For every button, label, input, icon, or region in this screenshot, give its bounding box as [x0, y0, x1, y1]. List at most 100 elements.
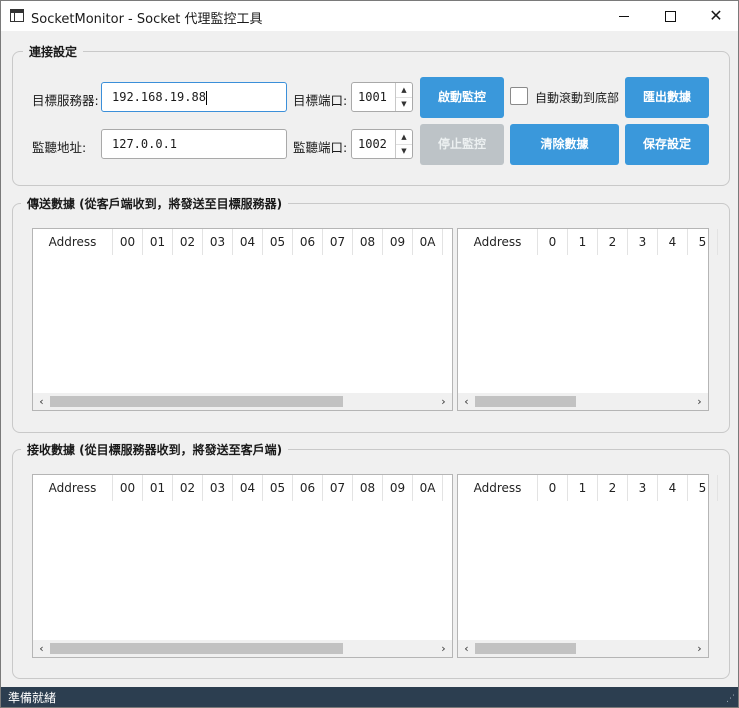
scrollbar-thumb[interactable] — [50, 396, 343, 407]
minimize-icon — [619, 16, 629, 17]
spin-up-icon[interactable]: ▲ — [396, 130, 412, 145]
column-header[interactable]: 1 — [568, 229, 598, 255]
stop-monitor-button[interactable]: 停止監控 — [420, 124, 504, 165]
column-header[interactable]: 1 — [568, 475, 598, 501]
listen-address-value: 127.0.0.1 — [112, 137, 178, 151]
target-server-value: 192.168.19.88 — [112, 90, 206, 104]
export-data-button[interactable]: 匯出數據 — [625, 77, 709, 118]
column-header[interactable]: 01 — [143, 229, 173, 255]
column-header[interactable]: 3 — [628, 475, 658, 501]
maximize-icon — [664, 11, 676, 22]
column-header[interactable]: 0A — [413, 475, 443, 501]
minimize-button[interactable] — [601, 1, 647, 31]
scroll-right-icon[interactable]: › — [435, 393, 452, 410]
scroll-left-icon[interactable]: ‹ — [458, 393, 475, 410]
start-monitor-button[interactable]: 啟動監控 — [420, 77, 504, 118]
listen-address-input[interactable]: 127.0.0.1 — [101, 129, 287, 159]
column-header-address[interactable]: Address — [33, 475, 113, 501]
column-header[interactable]: 06 — [293, 475, 323, 501]
scroll-left-icon[interactable]: ‹ — [33, 640, 50, 657]
scroll-right-icon[interactable]: › — [691, 640, 708, 657]
maximize-button[interactable] — [647, 1, 693, 31]
column-header[interactable]: 04 — [233, 475, 263, 501]
column-header[interactable]: 02 — [173, 475, 203, 501]
column-header[interactable]: 03 — [203, 475, 233, 501]
column-header[interactable]: 07 — [323, 229, 353, 255]
column-header-address[interactable]: Address — [33, 229, 113, 255]
close-icon: ✕ — [709, 6, 723, 25]
column-header[interactable]: 09 — [383, 229, 413, 255]
target-port-value: 1001 — [358, 90, 387, 104]
app-icon — [10, 9, 24, 22]
save-settings-button[interactable]: 保存設定 — [625, 124, 709, 165]
column-header-address[interactable]: Address — [458, 475, 538, 501]
column-header[interactable]: 3 — [628, 229, 658, 255]
main-window: SocketMonitor - Socket 代理監控工具 ✕ 連接設定 目標服… — [0, 0, 739, 708]
target-port-spin-arrows: ▲ ▼ — [395, 83, 412, 111]
connection-settings-group: 連接設定 — [12, 43, 730, 186]
column-header[interactable]: 2 — [598, 475, 628, 501]
target-port-spinbox[interactable]: 1001 ▲ ▼ — [351, 82, 413, 112]
column-header[interactable]: 05 — [263, 229, 293, 255]
column-header[interactable]: 0 — [538, 229, 568, 255]
resize-grip-icon[interactable]: ⋰ — [726, 695, 735, 704]
column-header[interactable]: 00 — [113, 229, 143, 255]
column-header[interactable]: 07 — [323, 475, 353, 501]
listen-port-value: 1002 — [358, 137, 387, 151]
sent-hex-table[interactable]: Address 00 01 02 03 04 05 06 07 08 09 0A ‹ › — [32, 228, 453, 411]
scrollbar-thumb[interactable] — [50, 643, 343, 654]
sent-data-legend: 傳送數據 (從客戶端收到，將發送至目標服務器) — [21, 195, 289, 212]
close-button[interactable]: ✕ — [693, 1, 739, 31]
scroll-left-icon[interactable]: ‹ — [458, 640, 475, 657]
target-port-label: 目標端口: — [293, 93, 348, 108]
scroll-right-icon[interactable]: › — [691, 393, 708, 410]
column-header[interactable]: 08 — [353, 475, 383, 501]
received-ascii-table[interactable]: Address 0 1 2 3 4 5 ‹ › — [457, 474, 718, 658]
received-ascii-hscrollbar[interactable]: ‹ › — [458, 640, 708, 657]
column-header[interactable]: 5 — [688, 229, 718, 255]
status-text: 準備就緒 — [8, 691, 57, 705]
listen-port-spinbox[interactable]: 1002 ▲ ▼ — [351, 129, 413, 159]
spin-down-icon[interactable]: ▼ — [396, 97, 412, 111]
auto-scroll-label[interactable]: 自動滾動到底部 — [535, 89, 619, 106]
scrollbar-thumb[interactable] — [475, 396, 576, 407]
text-caret — [205, 90, 207, 105]
column-header-address[interactable]: Address — [458, 229, 538, 255]
target-server-input[interactable]: 192.168.19.88 — [101, 82, 287, 112]
scrollbar-thumb[interactable] — [475, 643, 576, 654]
received-hex-table[interactable]: Address 00 01 02 03 04 05 06 07 08 09 0A ‹ › — [32, 474, 453, 658]
scroll-right-icon[interactable]: › — [435, 640, 452, 657]
column-header[interactable]: 00 — [113, 475, 143, 501]
column-header[interactable]: 09 — [383, 475, 413, 501]
title-bar[interactable]: SocketMonitor - Socket 代理監控工具 ✕ — [1, 1, 738, 31]
column-header[interactable]: 4 — [658, 229, 688, 255]
scroll-left-icon[interactable]: ‹ — [33, 393, 50, 410]
column-header[interactable]: 0A — [413, 229, 443, 255]
column-header[interactable]: 0 — [538, 475, 568, 501]
sent-hex-hscrollbar[interactable]: ‹ › — [33, 393, 452, 410]
spin-down-icon[interactable]: ▼ — [396, 144, 412, 158]
column-header[interactable]: 03 — [203, 229, 233, 255]
listen-port-label: 監聽端口: — [293, 140, 348, 155]
spin-up-icon[interactable]: ▲ — [396, 83, 412, 98]
target-server-label: 目標服務器: — [32, 93, 99, 108]
listen-port-spin-arrows: ▲ ▼ — [395, 130, 412, 158]
auto-scroll-checkbox[interactable] — [510, 87, 528, 105]
listen-address-label: 監聽地址: — [32, 140, 87, 155]
column-header[interactable]: 08 — [353, 229, 383, 255]
column-header[interactable]: 01 — [143, 475, 173, 501]
column-header[interactable]: 5 — [688, 475, 718, 501]
column-header[interactable]: 04 — [233, 229, 263, 255]
sent-ascii-table[interactable]: Address 0 1 2 3 4 5 ‹ › — [457, 228, 718, 411]
column-header[interactable]: 2 — [598, 229, 628, 255]
column-header[interactable]: 4 — [658, 475, 688, 501]
connection-settings-legend: 連接設定 — [23, 43, 84, 60]
column-header[interactable]: 02 — [173, 229, 203, 255]
status-bar: 準備就緒 ⋰ — [1, 687, 738, 707]
column-header[interactable]: 06 — [293, 229, 323, 255]
column-header[interactable]: 05 — [263, 475, 293, 501]
sent-ascii-hscrollbar[interactable]: ‹ › — [458, 393, 708, 410]
clear-data-button[interactable]: 清除數據 — [510, 124, 619, 165]
received-hex-hscrollbar[interactable]: ‹ › — [33, 640, 452, 657]
window-title: SocketMonitor - Socket 代理監控工具 — [31, 12, 263, 27]
